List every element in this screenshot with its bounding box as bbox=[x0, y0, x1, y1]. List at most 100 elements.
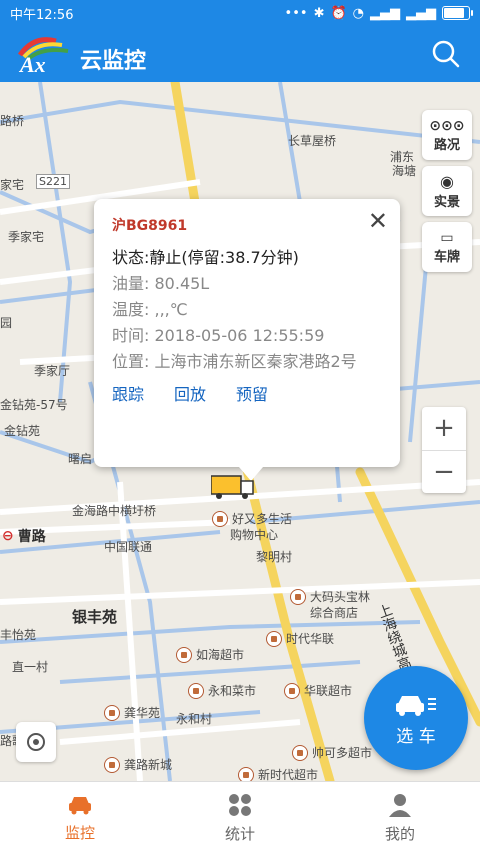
shop-icon bbox=[188, 682, 204, 699]
tab-statistics-label: 统计 bbox=[224, 824, 255, 843]
shop-icon bbox=[176, 646, 192, 663]
grid-icon bbox=[229, 793, 251, 816]
poi-marker[interactable]: 华联超市 bbox=[284, 682, 352, 699]
poi-label: 好又多生活 bbox=[232, 512, 293, 526]
car-icon bbox=[69, 796, 91, 814]
more-dots-icon: ••• bbox=[284, 5, 308, 21]
place-label: 曙启 bbox=[68, 452, 93, 466]
signal-icon: ▂▄▆ bbox=[370, 5, 400, 21]
shop-icon bbox=[284, 682, 300, 699]
select-vehicle-label: 选 车 bbox=[396, 726, 436, 747]
place-label: 银丰苑 bbox=[72, 608, 118, 626]
traffic-icon: ⊙⊙⊙ bbox=[429, 117, 465, 134]
tab-mine[interactable]: 我的 bbox=[320, 782, 480, 854]
crosshair-icon bbox=[27, 733, 45, 751]
reserve-link[interactable]: 预留 bbox=[236, 381, 268, 405]
poi-marker[interactable]: 如海超市 bbox=[176, 646, 244, 663]
status-label: 状态: bbox=[112, 248, 150, 267]
place-label: 丰怡苑 bbox=[0, 628, 37, 642]
place-label: 永和村 bbox=[176, 712, 213, 726]
location-label: 位置: bbox=[112, 352, 150, 371]
place-label: 海塘 bbox=[392, 164, 417, 178]
locate-button[interactable] bbox=[16, 722, 56, 762]
shop-icon bbox=[290, 588, 306, 605]
place-label: 路桥 bbox=[0, 114, 25, 128]
wifi-icon: ◔ bbox=[352, 5, 364, 21]
poi-label: 永和菜市 bbox=[208, 684, 257, 698]
poi-label: 如海超市 bbox=[196, 648, 245, 662]
plate-label: 车牌 bbox=[433, 249, 460, 265]
status-icons: ••• ✱ ⏰ ◔ ▂▄▆ ▂▄▆ bbox=[284, 5, 473, 21]
poi-label: 华联超市 bbox=[304, 684, 353, 698]
place-label: 季家宅 bbox=[8, 230, 45, 244]
shop-icon bbox=[238, 766, 254, 781]
poi-marker[interactable]: 龚路新城 bbox=[104, 756, 172, 773]
vehicle-plate: 沪BG8961 bbox=[112, 218, 188, 234]
oil-row: 油量: 80.45L bbox=[112, 271, 382, 297]
location-pin-icon: ◉ bbox=[440, 172, 454, 191]
location-value: 上海市浦东新区秦家港路2号 bbox=[154, 352, 357, 371]
poi-marker[interactable]: 帅可多超市 bbox=[292, 744, 372, 761]
poi-marker[interactable]: 新时代超市 bbox=[238, 766, 318, 781]
zoom-out-button[interactable]: − bbox=[422, 451, 466, 494]
status-time: 中午12:56 bbox=[10, 7, 74, 23]
search-icon bbox=[432, 40, 460, 68]
place-label: 金钻苑-57号 bbox=[0, 398, 68, 412]
place-label: 综合商店 bbox=[310, 606, 359, 620]
alarm-icon: ⏰ bbox=[330, 5, 347, 21]
temp-value: ,,,℃ bbox=[154, 300, 188, 319]
battery-icon bbox=[442, 6, 473, 20]
zoom-in-button[interactable]: + bbox=[422, 407, 466, 451]
shop-icon bbox=[212, 510, 228, 527]
status-row: 状态:静止(停留:38.7分钟) bbox=[112, 245, 382, 271]
poi-marker[interactable]: 大码头宝林 bbox=[290, 588, 370, 605]
poi-label: 龚路新城 bbox=[124, 758, 173, 772]
oil-value: 80.45L bbox=[154, 274, 210, 293]
place-label: 园 bbox=[0, 316, 13, 330]
tab-monitor-label: 监控 bbox=[64, 823, 95, 842]
street-view-label: 实景 bbox=[433, 195, 460, 210]
time-label: 时间: bbox=[112, 326, 150, 345]
place-label: 黎明村 bbox=[256, 550, 293, 564]
metro-icon: ⊖ bbox=[2, 528, 14, 544]
temp-label: 温度: bbox=[112, 300, 150, 319]
truck-marker-icon[interactable] bbox=[211, 472, 255, 500]
search-button[interactable] bbox=[428, 36, 464, 72]
status-value: 静止(停留:38.7分钟) bbox=[149, 248, 299, 267]
app-bar: Ax 云监控 bbox=[0, 26, 480, 82]
poi-label: 龚华苑 bbox=[124, 706, 161, 720]
place-label: 金钻苑 bbox=[4, 424, 41, 438]
bottom-tab-bar: 监控 统计 我的 bbox=[0, 781, 480, 854]
tab-statistics[interactable]: 统计 bbox=[160, 782, 320, 854]
bluetooth-icon: ✱ bbox=[313, 5, 325, 21]
oil-label: 油量: bbox=[112, 274, 150, 293]
poi-marker[interactable]: 时代华联 bbox=[266, 630, 334, 647]
plate-icon: ▭ bbox=[440, 229, 454, 246]
shop-icon bbox=[292, 744, 308, 761]
plate-button[interactable]: ▭ 车牌 bbox=[422, 222, 472, 272]
traffic-button[interactable]: ⊙⊙⊙ 路况 bbox=[422, 110, 472, 160]
poi-label: 大码头宝林 bbox=[310, 590, 371, 604]
logo-mark: Ax bbox=[16, 33, 74, 77]
place-label: 季家厅 bbox=[34, 364, 71, 378]
battery-fill bbox=[444, 8, 464, 18]
place-label: 直一村 bbox=[12, 660, 49, 674]
poi-marker[interactable]: 好又多生活 bbox=[212, 510, 292, 527]
signal2-icon: ▂▄▆ bbox=[406, 5, 436, 21]
app-logo: Ax 云监控 bbox=[16, 33, 147, 77]
track-link[interactable]: 跟踪 bbox=[112, 381, 144, 405]
app-title: 云监控 bbox=[80, 49, 147, 74]
poi-marker[interactable]: 永和菜市 bbox=[188, 682, 256, 699]
place-label: 中国联通 bbox=[104, 540, 153, 554]
tab-monitor[interactable]: 监控 bbox=[0, 782, 160, 854]
playback-link[interactable]: 回放 bbox=[174, 381, 206, 405]
poi-label: 新时代超市 bbox=[258, 768, 319, 781]
place-label: 金海路中横圩桥 bbox=[72, 504, 157, 518]
poi-marker[interactable]: 龚华苑 bbox=[104, 704, 160, 721]
select-vehicle-button[interactable]: 选 车 bbox=[364, 666, 468, 770]
traffic-label: 路况 bbox=[433, 137, 460, 153]
close-icon[interactable]: ✕ bbox=[368, 209, 388, 233]
road-shield: S221 bbox=[36, 174, 70, 189]
logo-text: Ax bbox=[18, 52, 46, 75]
street-view-button[interactable]: ◉ 实景 bbox=[422, 166, 472, 216]
